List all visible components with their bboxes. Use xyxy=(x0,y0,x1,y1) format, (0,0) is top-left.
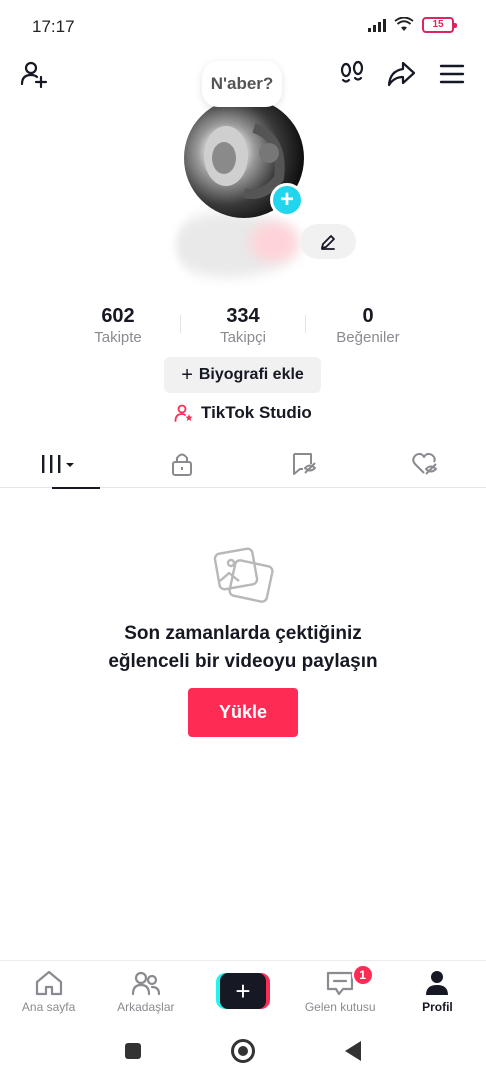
bottom-nav: Ana sayfa Arkadaşlar + 1 Gelen kutusu Pr… xyxy=(0,960,486,1022)
username-blur-accent xyxy=(250,222,298,262)
stat-label: Takipte xyxy=(94,329,142,346)
share-icon[interactable] xyxy=(385,58,417,90)
home-icon xyxy=(35,970,62,996)
recents-icon[interactable] xyxy=(125,1043,141,1059)
pencil-icon xyxy=(321,234,335,250)
status-icons: 15 xyxy=(368,17,457,33)
signal-icon xyxy=(368,18,386,32)
creator-icon xyxy=(174,404,193,422)
studio-label: TikTok Studio xyxy=(201,403,312,422)
lock-icon xyxy=(172,453,193,476)
nav-inbox[interactable]: 1 Gelen kutusu xyxy=(292,961,389,1022)
stat-label: Takipçi xyxy=(220,329,266,346)
create-button[interactable]: + xyxy=(216,973,270,1009)
wifi-icon xyxy=(394,17,414,31)
tab-liked[interactable] xyxy=(365,440,486,488)
grid-icon xyxy=(41,455,74,473)
friends-icon xyxy=(131,971,160,996)
add-friend-icon[interactable] xyxy=(18,58,50,90)
note-bubble[interactable]: N'aber? xyxy=(202,61,282,107)
nav-home[interactable]: Ana sayfa xyxy=(0,961,97,1022)
nav-label: Ana sayfa xyxy=(21,1000,76,1014)
plus-icon: + xyxy=(181,364,193,386)
plus-icon: + xyxy=(279,186,294,213)
nav-label: Arkadaşlar xyxy=(117,1000,175,1014)
profile-stats: 602 Takipte 334 Takipçi 0 Beğeniler xyxy=(58,305,428,346)
stat-likes[interactable]: 0 Beğeniler xyxy=(308,305,428,346)
tab-private[interactable] xyxy=(122,440,244,488)
empty-title-line: eğlenceli bir videoyu paylaşın xyxy=(108,651,378,672)
back-icon[interactable] xyxy=(345,1041,361,1061)
status-bar: 17:17 15 xyxy=(0,0,486,52)
upload-button[interactable]: Yükle xyxy=(188,688,298,737)
stat-value: 334 xyxy=(226,305,260,327)
stat-following[interactable]: 602 Takipte xyxy=(58,305,178,346)
empty-title-line: Son zamanlarda çektiğiniz xyxy=(124,623,362,644)
status-time: 17:17 xyxy=(32,17,75,36)
tiktok-studio-link[interactable]: TikTok Studio xyxy=(174,400,312,426)
plus-icon: + xyxy=(220,973,266,1009)
battery-icon: 15 xyxy=(422,17,457,33)
inbox-badge: 1 xyxy=(351,964,374,986)
nav-label: Profil xyxy=(422,1000,453,1014)
menu-icon[interactable] xyxy=(436,58,468,90)
profile-tabs xyxy=(0,440,486,489)
liked-icon xyxy=(412,452,438,475)
tab-videos[interactable] xyxy=(0,440,122,489)
stat-followers[interactable]: 334 Takipçi xyxy=(183,305,303,346)
add-bio-label: Biyografi ekle xyxy=(198,366,304,383)
nav-friends[interactable]: Arkadaşlar xyxy=(97,961,194,1022)
stat-value: 0 xyxy=(362,305,374,327)
nav-create[interactable]: + xyxy=(194,961,291,1022)
profile-icon xyxy=(426,971,449,995)
empty-state-title: Son zamanlarda çektiğiniz eğlenceli bir … xyxy=(0,620,486,676)
add-bio-button[interactable]: + Biyografi ekle xyxy=(164,357,321,393)
photos-icon xyxy=(213,547,274,603)
divider xyxy=(305,315,306,333)
stat-value: 602 xyxy=(101,305,135,327)
inbox-icon xyxy=(327,971,354,996)
edit-name-button[interactable] xyxy=(300,224,356,259)
tagged-icon xyxy=(292,453,316,475)
system-nav xyxy=(0,1022,486,1080)
tab-tagged[interactable] xyxy=(243,440,365,488)
nav-profile[interactable]: Profil xyxy=(389,961,486,1022)
nav-label: Gelen kutusu xyxy=(304,1000,376,1014)
add-avatar-button[interactable]: + xyxy=(270,183,304,217)
divider xyxy=(180,315,181,333)
home-circle-icon[interactable] xyxy=(231,1039,255,1063)
footprints-icon[interactable] xyxy=(336,58,368,90)
stat-label: Beğeniler xyxy=(336,329,400,346)
